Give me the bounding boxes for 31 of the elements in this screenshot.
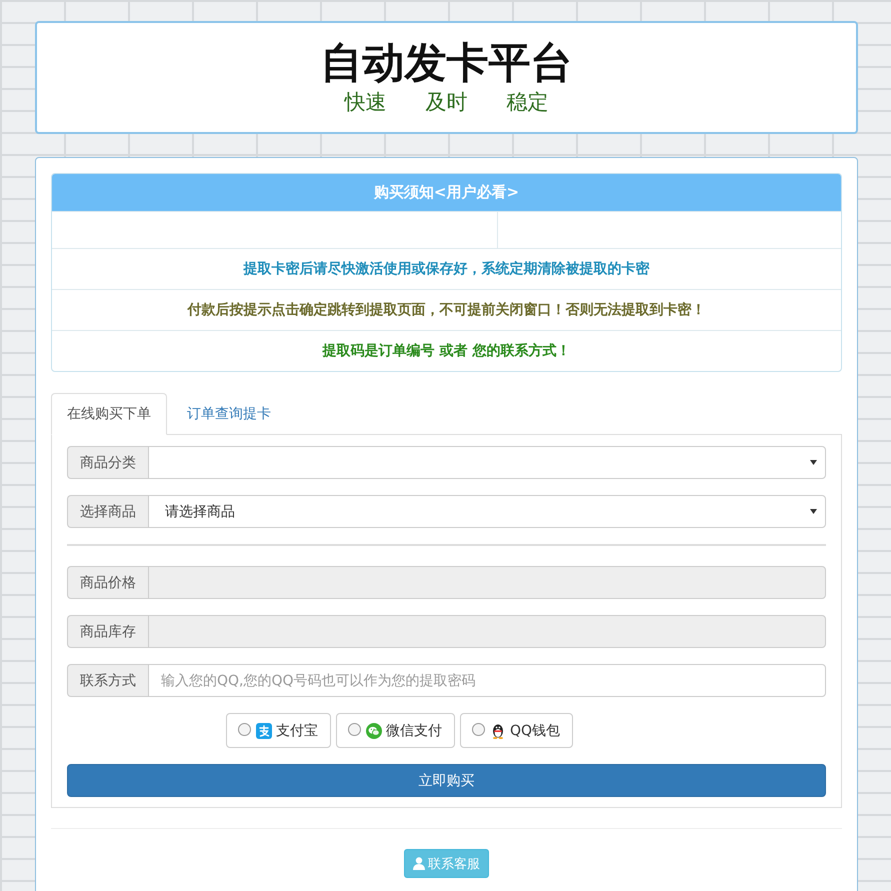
payment-option[interactable]: 支付宝 <box>226 713 331 748</box>
field-label: 商品分类 <box>67 446 148 479</box>
tab[interactable]: 在线购买下单 <box>51 393 167 435</box>
buy-button[interactable]: 立即购买 <box>67 764 826 797</box>
radio-button[interactable] <box>472 722 485 736</box>
field-label: 商品库存 <box>67 615 148 648</box>
select-field[interactable] <box>148 446 826 479</box>
slogan-text: 快速 <box>344 89 386 115</box>
penguin-icon <box>490 722 506 738</box>
tab[interactable]: 订单查询提卡 <box>171 393 287 435</box>
site-title: 自动发卡平台 <box>320 39 572 87</box>
input-field[interactable]: 输入您的QQ,您的QQ号码也可以作为您的提取密码 <box>148 664 826 697</box>
slogan-text: 稳定 <box>506 89 548 115</box>
field-label: 选择商品 <box>67 495 148 528</box>
user-icon <box>413 857 425 870</box>
dropdown-caret-icon <box>810 509 817 514</box>
select-field[interactable]: 请选择商品 <box>148 495 826 528</box>
payment-option[interactable]: QQ钱包 <box>460 713 574 748</box>
chat-bubbles-icon <box>366 722 382 738</box>
slogan-text: 及时 <box>426 89 468 115</box>
dropdown-caret-icon <box>810 460 817 465</box>
notice-text: 提取卡密后请尽快激活使用或保存好，系统定期清除被提取的卡密 <box>244 260 650 278</box>
field-label: 商品价格 <box>67 566 148 599</box>
payment-option[interactable]: 微信支付 <box>336 713 455 748</box>
field-label: 联系方式 <box>67 664 148 697</box>
radio-button[interactable] <box>348 722 361 736</box>
payment-tile-icon <box>256 722 272 738</box>
notice-text: 提取码是订单编号 或者 您的联系方式！ <box>322 342 570 360</box>
notice-title: 购买须知<用户必看> <box>52 174 841 211</box>
notice-text: 付款后按提示点击确定跳转到提取页面，不可提前关闭窗口！否则无法提取到卡密！ <box>188 301 706 319</box>
radio-button[interactable] <box>238 722 251 736</box>
